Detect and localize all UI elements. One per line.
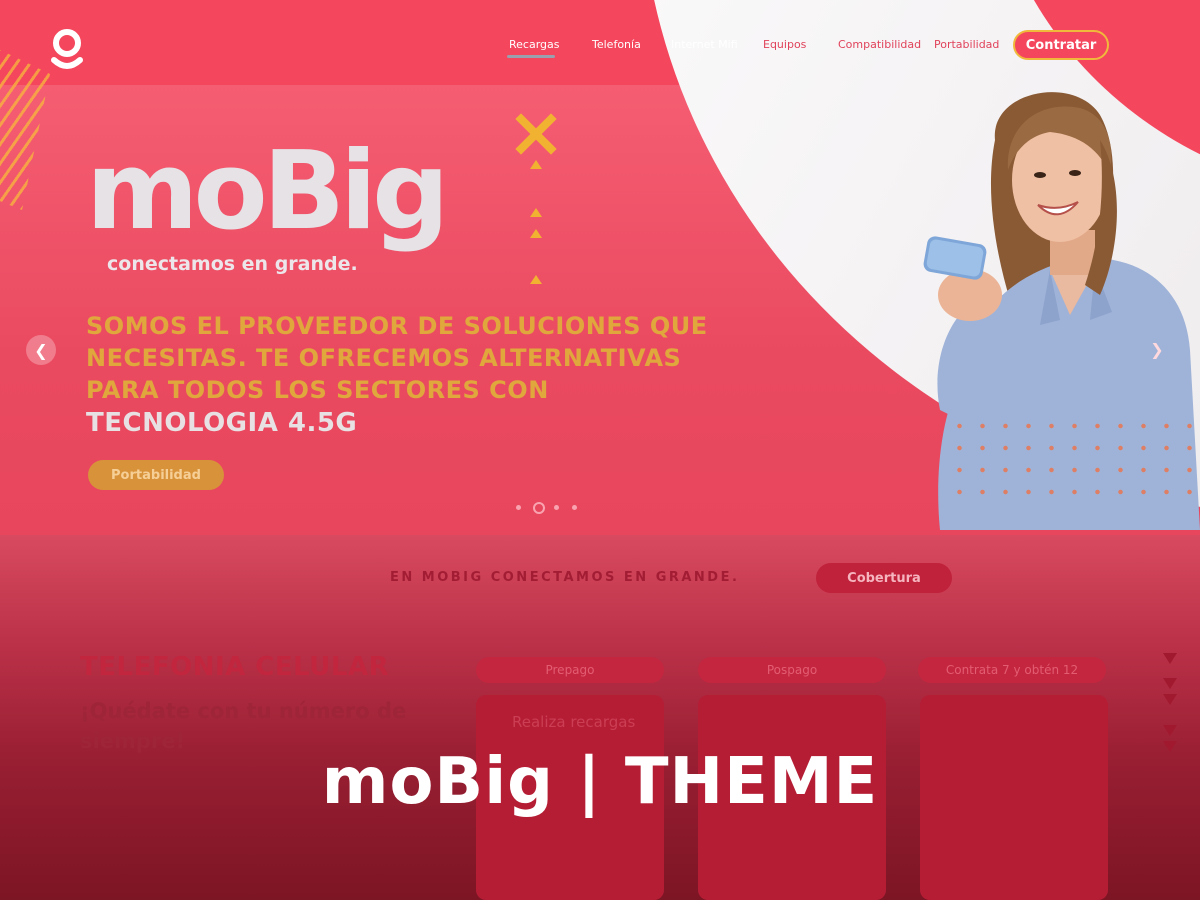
carousel-next-button[interactable]: ❯ [1145, 337, 1169, 361]
section-title: TELEFONIA CELULAR [80, 652, 390, 682]
decorative-cross-icon [515, 113, 557, 155]
tab-contrata[interactable]: Contrata 7 y obtén 12 [918, 657, 1106, 683]
carousel-dot[interactable] [516, 505, 521, 510]
page: Recargas Telefonía Internet Mifi Equipos… [0, 0, 1200, 900]
decorative-triangle [530, 229, 542, 238]
contratar-button[interactable]: Contratar [1013, 30, 1109, 60]
nav-item-equipos[interactable]: Equipos [763, 38, 806, 51]
decorative-triangle [530, 160, 542, 169]
decorative-triangle [1163, 725, 1177, 736]
nav-item-internet-mifi[interactable]: Internet Mifi [671, 38, 738, 51]
hero-headline: SOMOS EL PROVEEDOR DE SOLUCIONES QUE NEC… [86, 312, 708, 404]
hero-section: Recargas Telefonía Internet Mifi Equipos… [0, 0, 1200, 535]
brand-logotype: moBig [86, 129, 449, 254]
carousel-prev-button[interactable]: ❮ [26, 335, 56, 365]
decorative-dot-grid [948, 415, 1198, 505]
brand-tagline: conectamos en grande. [107, 253, 358, 275]
coverage-tagline: EN MOBIG CONECTAMOS EN GRANDE. [390, 570, 740, 585]
carousel-dot[interactable] [572, 505, 577, 510]
hero-headline-highlight: TECNOLOGIA 4.5G [86, 408, 358, 438]
decorative-triangle [1163, 678, 1177, 689]
chevron-left-icon: ❮ [34, 340, 48, 360]
nav-active-indicator [507, 55, 555, 58]
nav-item-telefonia[interactable]: Telefonía [592, 38, 641, 51]
nav-item-portabilidad[interactable]: Portabilidad [934, 38, 999, 51]
carousel-dot[interactable] [554, 505, 559, 510]
decorative-triangle [1163, 653, 1177, 664]
tab-prepago[interactable]: Prepago [476, 657, 664, 683]
carousel-dot-active[interactable] [533, 502, 545, 514]
theme-title-overlay: moBig | THEME [321, 745, 879, 819]
decorative-triangle [530, 208, 542, 217]
decorative-triangle [1163, 694, 1177, 705]
portabilidad-button[interactable]: Portabilidad [88, 460, 224, 490]
cobertura-button[interactable]: Cobertura [816, 563, 952, 593]
nav-item-recargas[interactable]: Recargas [509, 38, 560, 51]
chevron-right-icon: ❯ [1150, 339, 1164, 359]
decorative-triangle [530, 275, 542, 284]
tab-pospago[interactable]: Pospago [698, 657, 886, 683]
plan-card-text: Realiza recargas [512, 713, 636, 731]
nav-item-compatibilidad[interactable]: Compatibilidad [838, 38, 921, 51]
